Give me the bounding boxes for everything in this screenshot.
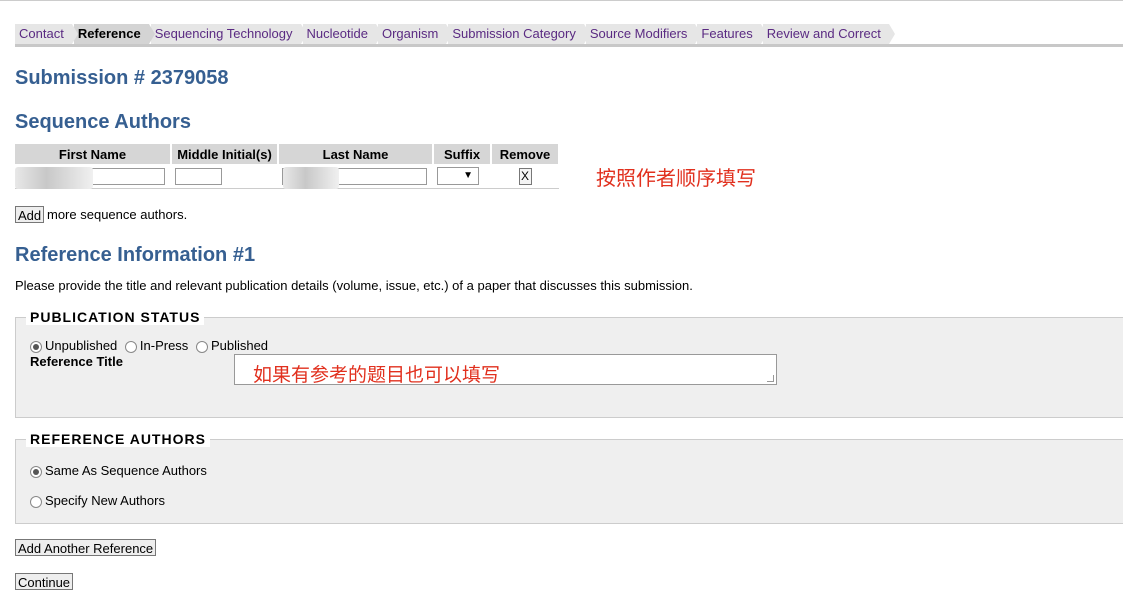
reference-authors-box: REFERENCE AUTHORS Same As Sequence Autho… [15,431,1123,524]
publication-status-box: PUBLICATION STATUS Unpublished In-Press … [15,309,1123,418]
label-unpublished: Unpublished [45,338,118,353]
reference-description: Please provide the title and relevant pu… [15,278,693,293]
sequence-authors-title: Sequence Authors [15,111,191,133]
tab-organism[interactable]: Organism [377,24,453,44]
add-authors-button[interactable]: Add [15,206,45,223]
col-remove: Remove [491,144,560,164]
radio-unpublished[interactable] [30,340,42,353]
suffix-select[interactable]: ▼ [437,167,479,185]
col-suffix: Suffix [433,144,492,164]
radio-published[interactable] [195,340,208,353]
reference-info-title: Reference Information #1 [15,244,256,266]
tab-contact[interactable]: Contact [15,24,78,44]
radio-same-as-sequence-authors[interactable] [30,465,42,478]
col-middle-initials: Middle Initial(s) [171,144,279,164]
redacted-last-name [283,167,339,189]
add-another-reference-button[interactable]: Add Another Reference [15,539,157,556]
tab-features[interactable]: Features [697,24,768,44]
label-same-as-sequence-authors: Same As Sequence Authors [45,463,207,478]
author-order-annotation: 按照作者顺序填写 [596,168,756,190]
publication-status-legend: PUBLICATION STATUS [26,309,205,325]
tab-sequencing-technology[interactable]: Sequencing Technology [150,24,307,44]
label-specify-new-authors: Specify New Authors [45,493,165,508]
tab-nucleotide[interactable]: Nucleotide [302,24,383,44]
redacted-first-name [15,167,93,189]
col-last-name: Last Name [278,144,434,164]
tab-review-and-correct[interactable]: Review and Correct [762,24,896,44]
reference-title-label: Reference Title [30,354,123,369]
resize-grip-icon[interactable] [767,375,774,382]
submission-title: Submission # 2379058 [15,67,229,89]
remove-author-button[interactable]: X [518,167,532,185]
add-authors-text: more sequence authors. [47,207,188,222]
radio-in-press[interactable] [124,340,137,353]
radio-specify-new-authors[interactable] [30,495,42,508]
continue-button[interactable]: Continue [15,573,74,590]
top-divider [0,0,1123,4]
label-published: Published [210,338,269,353]
middle-initial-input[interactable] [175,167,222,185]
label-in-press: In-Press [139,338,189,353]
reference-title-annotation: 如果有参考的题目也可以填写 [253,365,501,386]
reference-authors-legend: REFERENCE AUTHORS [26,431,210,447]
col-first-name: First Name [15,144,172,164]
tab-reference[interactable]: Reference [73,24,155,44]
tab-source-modifiers[interactable]: Source Modifiers [585,24,701,44]
tab-bar-underline [15,44,1123,47]
tab-submission-category[interactable]: Submission Category [448,24,590,44]
tab-bar: Contact Reference Sequencing Technology … [15,24,896,44]
